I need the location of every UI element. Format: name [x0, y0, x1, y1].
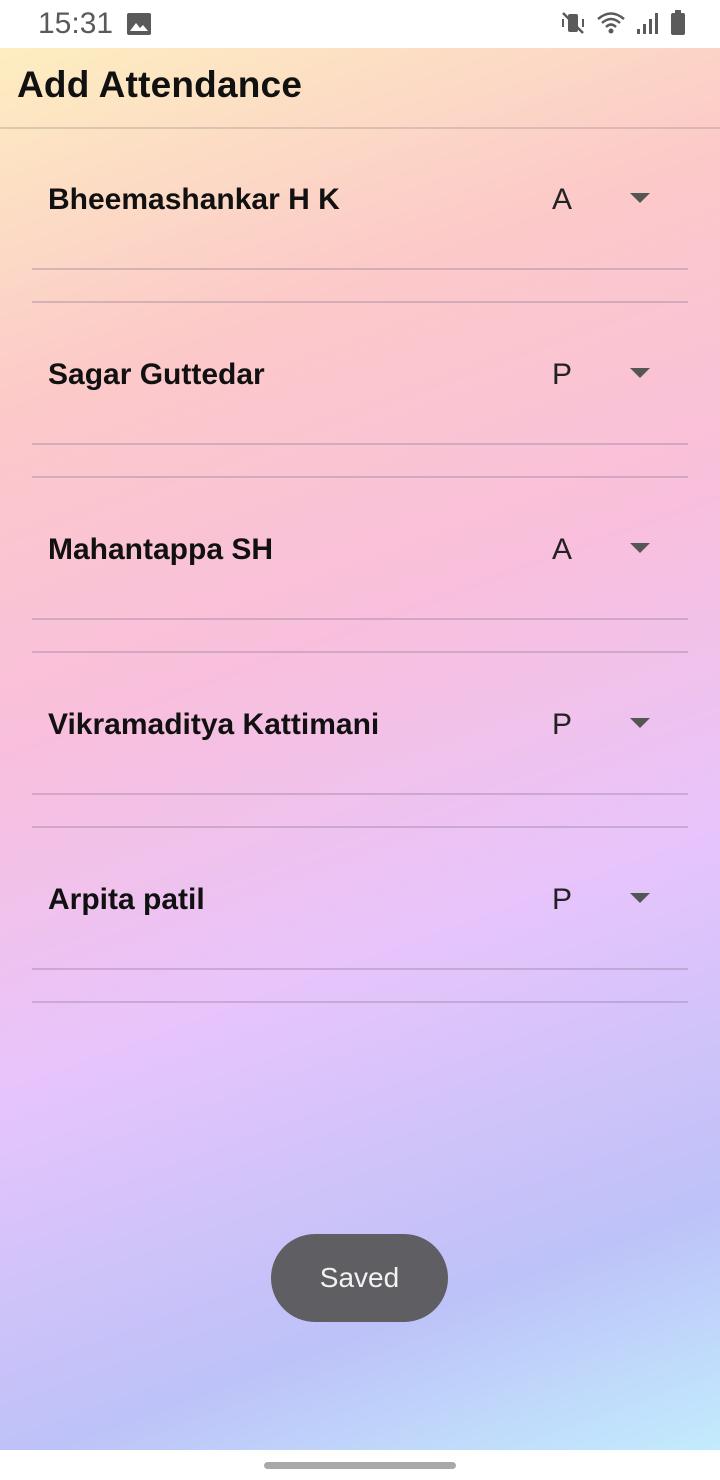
app-content: Add Attendance Bheemashankar H K A Sagar…	[0, 48, 720, 1450]
status-value: P	[552, 883, 573, 916]
home-indicator[interactable]	[264, 1462, 456, 1469]
status-icons	[560, 10, 686, 41]
dropdown-arrow-icon	[630, 718, 650, 728]
attendance-row: Mahantappa SH A	[32, 478, 688, 653]
battery-icon	[670, 10, 686, 41]
attendance-status-dropdown[interactable]: A	[540, 528, 670, 572]
saved-toast: Saved	[271, 1234, 448, 1322]
attendance-row: Arpita patil P	[32, 828, 688, 1003]
gallery-icon	[126, 12, 152, 41]
student-name: Mahantappa SH	[48, 533, 274, 566]
status-value: A	[552, 183, 573, 216]
dropdown-underline	[32, 268, 688, 270]
status-value: P	[552, 358, 573, 391]
dropdown-underline	[32, 618, 688, 620]
signal-icon	[636, 11, 660, 40]
status-time: 15:31	[38, 7, 114, 40]
student-name: Bheemashankar H K	[48, 183, 340, 216]
dropdown-underline	[32, 968, 688, 970]
student-name: Sagar Guttedar	[48, 358, 265, 391]
row-divider	[32, 1001, 688, 1003]
dropdown-arrow-icon	[630, 193, 650, 203]
student-name: Vikramaditya Kattimani	[48, 708, 380, 741]
app-bar: Add Attendance	[0, 48, 720, 129]
dropdown-arrow-icon	[630, 543, 650, 553]
attendance-status-dropdown[interactable]: P	[540, 878, 670, 922]
attendance-row: Sagar Guttedar P	[32, 303, 688, 478]
student-name: Arpita patil	[48, 883, 205, 916]
status-value: P	[552, 708, 573, 741]
status-value: A	[552, 533, 573, 566]
dropdown-underline	[32, 443, 688, 445]
navigation-bar	[0, 1450, 720, 1480]
vibrate-icon	[560, 10, 586, 41]
dropdown-arrow-icon	[630, 893, 650, 903]
dropdown-arrow-icon	[630, 368, 650, 378]
attendance-row: Bheemashankar H K A	[32, 128, 688, 303]
attendance-row: Vikramaditya Kattimani P	[32, 653, 688, 828]
dropdown-underline	[32, 793, 688, 795]
page-title: Add Attendance	[17, 64, 303, 105]
attendance-list: Bheemashankar H K A Sagar Guttedar P Mah…	[32, 128, 688, 1003]
attendance-status-dropdown[interactable]: P	[540, 703, 670, 747]
attendance-status-dropdown[interactable]: P	[540, 353, 670, 397]
attendance-status-dropdown[interactable]: A	[540, 178, 670, 222]
status-bar: 15:31	[0, 0, 720, 48]
wifi-icon	[596, 10, 626, 41]
